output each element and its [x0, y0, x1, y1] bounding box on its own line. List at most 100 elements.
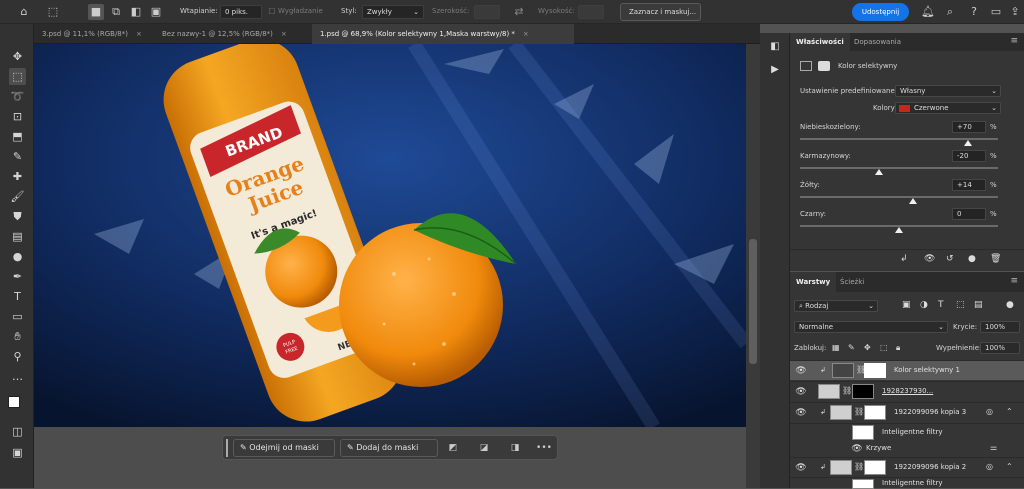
slider-thumb[interactable]: [964, 140, 973, 146]
tab-bez-nazwy-1[interactable]: Bez nazwy-1 @ 12,5% (RGB/8*) ×: [154, 24, 312, 44]
lock-position-icon[interactable]: ✥: [864, 343, 871, 352]
gradient-tool-icon[interactable]: ▤: [9, 228, 26, 245]
tab-1-psd[interactable]: 1.psd @ 68,9% (Kolor selektywny 1,Maska …: [312, 24, 574, 44]
trash-icon[interactable]: 🗑︎: [990, 254, 1001, 264]
close-icon[interactable]: ×: [523, 30, 529, 38]
screen-mode-icon[interactable]: ▣: [9, 444, 26, 461]
lock-image-icon[interactable]: ✎: [848, 343, 855, 352]
tab-paths[interactable]: Ścieżki: [834, 272, 870, 292]
lock-transparent-icon[interactable]: ▦: [832, 343, 840, 352]
collapse-icon[interactable]: ⌃: [1006, 462, 1013, 471]
layer-row[interactable]: 👁︎ ↲ ⛓ Kolor selektywny 1: [790, 360, 1024, 380]
more-options-button[interactable]: •••: [536, 440, 552, 456]
blend-mode-select[interactable]: Normalne ⌄: [794, 321, 948, 333]
slider-value-input[interactable]: +14: [952, 179, 986, 191]
history-panel-icon[interactable]: ◧: [768, 41, 782, 55]
object-selection-tool-icon[interactable]: ⬒: [9, 128, 26, 145]
slider-track[interactable]: [800, 167, 998, 169]
lock-all-icon[interactable]: 🔒︎: [896, 343, 900, 353]
tab-properties[interactable]: Właściwości: [790, 33, 850, 51]
height-input[interactable]: [578, 5, 604, 19]
eye-icon[interactable]: 👁︎: [850, 442, 864, 456]
share-button[interactable]: Udostępnij: [852, 3, 909, 21]
eye-icon[interactable]: 👁︎: [794, 364, 808, 378]
brush-tool-icon[interactable]: 🖌︎: [9, 188, 26, 205]
filter-adjustment-icon[interactable]: ◑: [920, 300, 928, 310]
foreground-color-swatch[interactable]: [8, 396, 20, 408]
scrollbar-thumb[interactable]: [749, 239, 757, 364]
close-icon[interactable]: ×: [136, 30, 142, 38]
intersect-selection-icon[interactable]: ▣: [148, 4, 164, 20]
hand-tool-icon[interactable]: ✋︎: [9, 328, 26, 345]
clip-to-layer-icon[interactable]: ↲: [900, 254, 908, 264]
slider-value-input[interactable]: -20: [952, 150, 986, 162]
feather-input[interactable]: 0 piks.: [220, 5, 262, 19]
home-icon[interactable]: ⌂: [16, 4, 32, 20]
eye-icon[interactable]: 👁︎: [794, 461, 808, 475]
layer-row[interactable]: 👁︎ ↲ ⛓ 1922099096 kopia 3 ◎ ⌃: [790, 402, 1024, 422]
close-icon[interactable]: ×: [281, 30, 287, 38]
panel-menu-icon[interactable]: ≡: [1010, 276, 1018, 286]
slider-thumb[interactable]: [895, 227, 903, 233]
vertical-scrollbar[interactable]: [746, 44, 760, 488]
lasso-tool-icon[interactable]: ➰: [9, 88, 26, 105]
new-selection-icon[interactable]: ■: [88, 4, 104, 20]
colors-select[interactable]: Czerwone ⌄: [895, 102, 1001, 114]
view-previous-icon[interactable]: 👁︎: [924, 254, 935, 264]
filter-toggle-icon[interactable]: ●: [1006, 300, 1014, 310]
layer-row[interactable]: Inteligentne filtry: [790, 423, 1024, 441]
drag-handle[interactable]: [226, 439, 228, 457]
layer-mask-icon[interactable]: [818, 61, 830, 71]
mask-thumb[interactable]: [864, 405, 886, 420]
layer-row[interactable]: 👁︎ ⛓ 1928237930...: [790, 381, 1024, 401]
rectangular-marquee-preset-icon[interactable]: ⬚: [45, 4, 61, 20]
layer-row[interactable]: Inteligentne filtry: [790, 477, 1024, 489]
move-tool-icon[interactable]: ✥: [9, 48, 26, 65]
dodge-tool-icon[interactable]: ●: [9, 248, 26, 265]
workspace-icon[interactable]: ▭: [988, 4, 1004, 20]
eye-icon[interactable]: 👁︎: [794, 385, 808, 399]
lock-artboard-icon[interactable]: ⬚: [880, 343, 888, 352]
panel-menu-icon[interactable]: ≡: [1010, 36, 1018, 46]
help-icon[interactable]: ?: [966, 4, 982, 20]
filter-mask-thumb[interactable]: [852, 425, 874, 440]
shape-tool-icon[interactable]: ▭: [9, 308, 26, 325]
zoom-tool-icon[interactable]: ⚲: [9, 348, 26, 365]
filter-type-icon[interactable]: T: [938, 300, 944, 310]
mask-thumb[interactable]: [852, 384, 874, 399]
bell-icon[interactable]: 🔔︎: [920, 4, 936, 20]
filter-pixel-icon[interactable]: ▣: [902, 300, 911, 310]
eyedropper-tool-icon[interactable]: ✎: [9, 148, 26, 165]
crop-tool-icon[interactable]: ⊡: [9, 108, 26, 125]
tab-adjustments[interactable]: Dopasowania: [848, 33, 907, 51]
mask-settings-icon[interactable]: ◨: [507, 440, 523, 456]
mask-thumb[interactable]: [864, 363, 886, 378]
layer-row[interactable]: 👁︎ ↲ ⛓ 1922099096 kopia 2 ◎ ⌃: [790, 457, 1024, 477]
marquee-tool-icon[interactable]: ⬚: [9, 68, 26, 85]
healing-brush-tool-icon[interactable]: ✚: [9, 168, 26, 185]
fill-mask-icon[interactable]: ◪: [476, 440, 492, 456]
slider-thumb[interactable]: [908, 198, 917, 204]
invert-mask-icon[interactable]: ◩: [445, 440, 461, 456]
pen-tool-icon[interactable]: ✒: [9, 268, 26, 285]
style-select[interactable]: Zwykły ⌄: [362, 5, 424, 19]
slider-thumb[interactable]: [875, 169, 884, 175]
width-input[interactable]: [474, 5, 500, 19]
mask-thumb[interactable]: [864, 460, 886, 475]
slider-value-input[interactable]: 0: [952, 208, 986, 220]
filter-smart-icon[interactable]: ▤: [974, 300, 983, 310]
swap-icon[interactable]: ⇄: [511, 4, 527, 20]
fill-input[interactable]: 100%: [980, 342, 1020, 354]
subtract-selection-icon[interactable]: ◧: [128, 4, 144, 20]
visibility-icon[interactable]: ●: [968, 254, 976, 264]
preset-select[interactable]: Własny ⌄: [895, 85, 1001, 97]
tab-layers[interactable]: Warstwy: [790, 272, 837, 292]
collapse-icon[interactable]: ⌃: [1006, 407, 1013, 416]
play-actions-icon[interactable]: ▶: [768, 64, 782, 78]
reset-icon[interactable]: ↺: [946, 254, 954, 264]
filter-shape-icon[interactable]: ⬚: [956, 300, 965, 310]
subtract-from-mask-button[interactable]: ✎ Odejmij od maski: [233, 439, 335, 457]
slider-value-input[interactable]: +70: [952, 121, 986, 133]
share-doc-icon[interactable]: ⇪: [1007, 4, 1023, 20]
type-tool-icon[interactable]: T: [9, 288, 26, 305]
